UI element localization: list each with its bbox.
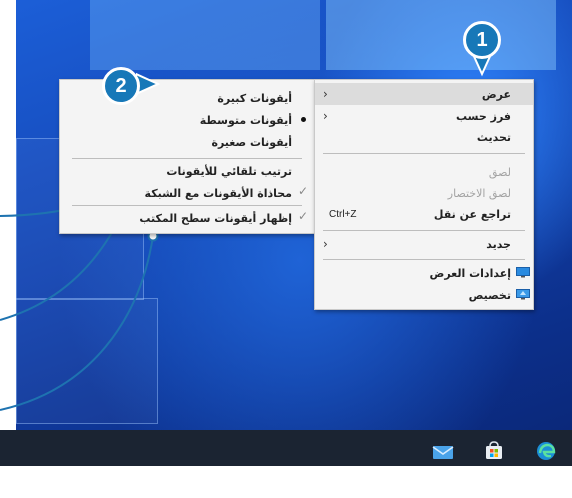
menu-item-label: تخصيص [468, 288, 511, 302]
callout-number: 2 [115, 74, 127, 97]
menu-item-paste[interactable]: لصق [315, 161, 533, 183]
menu-separator [72, 205, 302, 206]
keyboard-shortcut: Ctrl+Z [329, 208, 357, 220]
menu-item-label: لصق الاختصار [447, 186, 511, 200]
menu-item-sort-by[interactable]: فرز حسب ‹ [315, 105, 533, 127]
menu-separator [72, 158, 302, 159]
menu-separator [323, 259, 525, 260]
submenu-arrow-icon: ‹ [323, 109, 328, 123]
menu-item-label: لصق [488, 165, 511, 179]
menu-item-auto-arrange[interactable]: ترتيب تلقائي للأيقونات [60, 160, 314, 182]
menu-item-label: أيقونات كبيرة [217, 91, 292, 105]
menu-item-label: تحديث [476, 130, 511, 144]
menu-item-label: فرز حسب [456, 109, 511, 123]
menu-item-paste-shortcut[interactable]: لصق الاختصار [315, 182, 533, 204]
menu-item-new[interactable]: جديد ‹ [315, 233, 533, 255]
checkmark-icon: ✓ [297, 184, 308, 198]
callout-badge-1: 1 [463, 21, 501, 59]
menu-item-label: إظهار أيقونات سطح المكتب [139, 211, 292, 225]
menu-item-medium-icons[interactable]: أيقونات متوسطة [60, 109, 314, 131]
view-submenu: أيقونات كبيرة أيقونات متوسطة أيقونات صغي… [59, 79, 315, 234]
display-settings-icon [516, 267, 530, 278]
menu-item-undo-move[interactable]: تراجع عن نقل Ctrl+Z [315, 203, 533, 225]
menu-separator [323, 230, 525, 231]
desktop-context-menu: عرض ‹ فرز حسب ‹ تحديث لصق لصق الاختصار ت… [314, 79, 534, 310]
menu-item-label: تراجع عن نقل [433, 207, 511, 221]
menu-item-label: إعدادات العرض [429, 266, 511, 280]
menu-item-label: عرض [481, 87, 511, 101]
menu-item-personalize[interactable]: تخصيص [315, 284, 533, 306]
callout-badge-2: 2 [102, 67, 140, 105]
menu-item-label: جديد [486, 237, 511, 251]
menu-item-label: أيقونات صغيرة [211, 135, 292, 149]
personalize-icon [516, 289, 530, 300]
menu-item-show-desktop-icons[interactable]: ✓ إظهار أيقونات سطح المكتب [60, 207, 314, 229]
submenu-arrow-icon: ‹ [323, 237, 328, 251]
menu-item-label: محاذاة الأيقونات مع الشبكة [144, 186, 292, 200]
menu-item-large-icons[interactable]: أيقونات كبيرة [60, 87, 314, 109]
menu-item-align-to-grid[interactable]: ✓ محاذاة الأيقونات مع الشبكة [60, 182, 314, 204]
menu-item-label: أيقونات متوسطة [199, 113, 292, 127]
menu-item-small-icons[interactable]: أيقونات صغيرة [60, 131, 314, 153]
callout-number: 1 [476, 28, 488, 51]
menu-item-view[interactable]: عرض ‹ [315, 83, 533, 105]
radio-bullet-icon [301, 117, 306, 122]
submenu-arrow-icon: ‹ [323, 87, 328, 101]
menu-item-refresh[interactable]: تحديث [315, 126, 533, 148]
menu-separator [323, 153, 525, 154]
checkmark-icon: ✓ [297, 209, 308, 223]
menu-item-label: ترتيب تلقائي للأيقونات [166, 164, 292, 178]
menu-item-display-settings[interactable]: إعدادات العرض [315, 262, 533, 284]
